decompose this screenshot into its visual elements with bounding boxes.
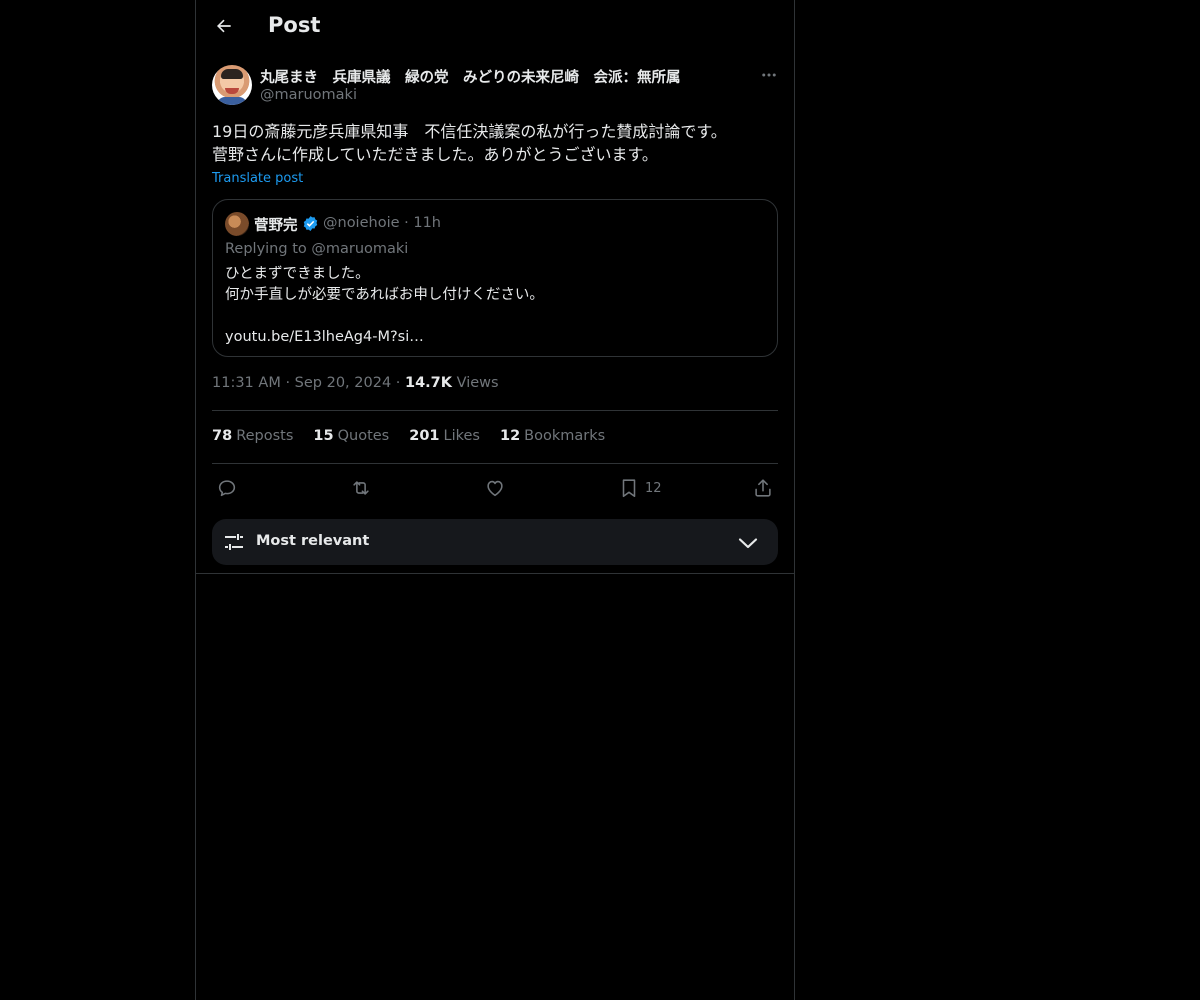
verified-badge-icon [303, 216, 318, 231]
post-timestamp-row: 11:31 AM · Sep 20, 2024 · 14.7K Views [212, 375, 499, 391]
post-text-line: 19日の斎藤元彦兵庫県知事 不信任決議案の私が行った賛成討論です。 [212, 122, 727, 141]
reposts-stat[interactable]: 78 Reposts [212, 428, 293, 444]
divider [212, 410, 778, 411]
section-divider [196, 573, 794, 574]
replying-to-label: Replying to @maruomaki [225, 241, 409, 257]
share-button[interactable] [752, 475, 774, 501]
arrow-left-icon [217, 19, 231, 33]
post-detail-column: Post 丸尾まき 兵庫県議 緑の党 みどりの未来尼崎 会派：無所属 @maru… [195, 0, 795, 1000]
post-text: 19日の斎藤元彦兵庫県知事 不信任決議案の私が行った賛成討論です。 菅野さんに作… [212, 120, 778, 166]
bookmarks-stat[interactable]: 12 Bookmarks [500, 428, 605, 444]
heart-icon [487, 480, 503, 497]
likes-stat[interactable]: 201 Likes [409, 428, 480, 444]
reposts-count: 78 [212, 428, 233, 444]
quoted-post[interactable]: 菅野完 @noiehoie · 11h Replying to @maruoma… [212, 199, 778, 357]
back-button[interactable] [210, 12, 238, 40]
quoted-post-text: ひとまずできました。 何か手直しが必要であればお申し付けください。 youtu.… [225, 264, 765, 348]
repost-icon [353, 481, 369, 495]
quoted-author-avatar[interactable] [225, 212, 249, 236]
translate-post-link[interactable]: Translate post [212, 171, 303, 186]
bookmarks-count: 12 [499, 428, 521, 444]
views-label: Views [456, 375, 499, 391]
chevron-down-icon [738, 538, 758, 549]
sliders-icon [225, 534, 243, 550]
post-time[interactable]: 11:31 AM [212, 375, 281, 391]
sort-label: Most relevant [256, 533, 370, 549]
author-handle[interactable]: @maruomaki [260, 87, 357, 103]
quotes-count: 15 [313, 428, 334, 444]
post-date[interactable]: Sep 20, 2024 [295, 375, 392, 391]
more-icon [762, 73, 776, 77]
quoted-link[interactable]: youtu.be/E13lheAg4-M?si… [225, 327, 765, 348]
separator-dot: · [285, 375, 295, 391]
quoted-author-meta: @noiehoie · 11h [323, 215, 441, 231]
author-avatar[interactable] [212, 65, 252, 105]
like-button[interactable] [484, 475, 506, 501]
more-options-button[interactable] [756, 64, 782, 86]
divider [212, 463, 778, 464]
bookmark-icon [622, 479, 636, 498]
reposts-label: Reposts [236, 428, 294, 444]
quoted-author-name[interactable]: 菅野完 [254, 214, 298, 235]
post-text-line: 菅野さんに作成していただきました。ありがとうございます。 [212, 145, 658, 164]
quoted-text-line: 何か手直しが必要であればお申し付けください。 [225, 287, 544, 303]
likes-count: 201 [409, 428, 440, 444]
quoted-text-line: ひとまずできました。 [225, 266, 370, 282]
quoted-text-line [225, 306, 765, 327]
share-icon [755, 479, 771, 497]
reply-sort-dropdown[interactable]: Most relevant [212, 519, 778, 565]
quoted-author-handle[interactable]: @noiehoie [323, 215, 400, 231]
page-title: Post [268, 13, 321, 37]
views-count: 14.7K [405, 375, 453, 391]
separator-dot: · [395, 375, 405, 391]
bookmark-count: 12 [645, 480, 662, 496]
reply-button[interactable] [216, 475, 238, 501]
quotes-stat[interactable]: 15 Quotes [313, 428, 389, 444]
quoted-post-age: 11h [413, 215, 441, 231]
repost-button[interactable] [350, 475, 372, 501]
likes-label: Likes [443, 428, 480, 444]
author-name[interactable]: 丸尾まき 兵庫県議 緑の党 みどりの未来尼崎 会派：無所属 [260, 66, 681, 87]
separator-dot: · [404, 215, 414, 231]
engagement-stats: 78 Reposts 15 Quotes 201 Likes 12 Bookmarks [212, 428, 605, 444]
header: Post [196, 0, 794, 54]
quotes-label: Quotes [337, 428, 390, 444]
reply-icon [218, 480, 236, 497]
bookmark-button[interactable]: 12 [618, 475, 662, 501]
bookmarks-label: Bookmarks [524, 428, 606, 444]
